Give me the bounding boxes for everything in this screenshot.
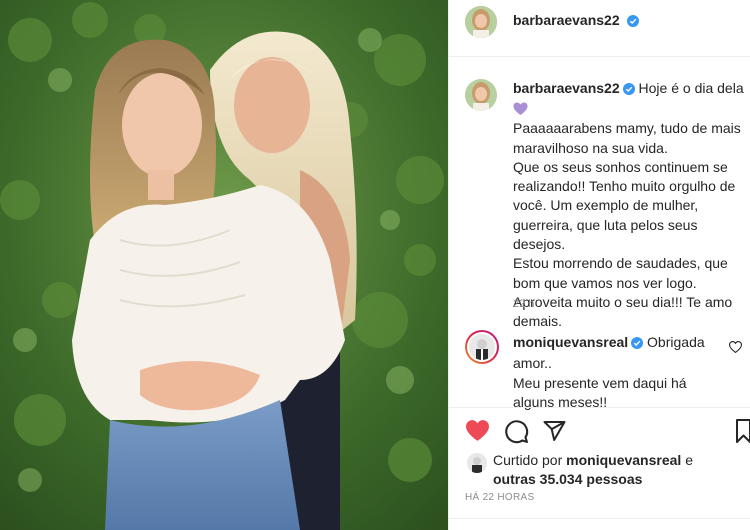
likes-connector: e: [685, 452, 693, 468]
actions-divider: [449, 407, 750, 408]
caption-line: Que os seus sonhos continuem se: [513, 158, 728, 175]
likes-user[interactable]: moniquevansreal: [566, 452, 681, 468]
bookmark-icon[interactable]: [736, 419, 750, 448]
caption-time[interactable]: 22 h: [513, 298, 534, 310]
caption-line: Estou morrendo de saudades, que: [513, 255, 728, 272]
caption-line: Paaaaaarabens mamy, tudo de mais: [513, 120, 741, 137]
likes-others[interactable]: outras 35.034 pessoas: [493, 471, 642, 487]
caption-line: Aproveita muito o seu dia!!! Te amo: [513, 293, 733, 310]
caption-username[interactable]: barbaraevans22: [513, 80, 620, 96]
comment-line: Meu presente vem daqui há: [513, 374, 687, 391]
verified-icon: [627, 14, 640, 32]
caption-line: maravilhoso na sua vida.: [513, 139, 668, 156]
caption-line: você. Um exemplo de mulher,: [513, 197, 699, 214]
post-timestamp[interactable]: HÁ 22 HORAS: [465, 492, 534, 503]
post-photo[interactable]: [0, 0, 448, 530]
header-divider: [449, 56, 750, 57]
caption-line: bom que vamos nos ver logo.: [513, 274, 697, 291]
post-header: barbaraevans22: [449, 0, 750, 42]
caption-line: demais.: [513, 313, 563, 330]
comment-icon[interactable]: [504, 419, 529, 449]
verified-icon: [631, 335, 644, 354]
liker-avatar[interactable]: [467, 453, 487, 473]
comment-username[interactable]: moniquevansreal: [513, 334, 628, 350]
comment-avatar-ring[interactable]: [465, 330, 499, 364]
post-caption: barbaraevans22 Hoje é o dia dela Paaaaaa…: [513, 79, 745, 332]
post-details-panel: barbaraevans22 barbaraevans22 Hoje é o d…: [448, 0, 750, 530]
post-photo-illustration: [0, 0, 448, 530]
likes-prefix: Curtido por: [493, 452, 563, 468]
comment-line: amor..: [513, 355, 552, 372]
heart-icon-filled[interactable]: [465, 419, 490, 447]
avatar-picture: [465, 6, 497, 38]
avatar-ring-gap: [467, 332, 497, 362]
likes-summary: Curtido por moniquevansreal e outras 35.…: [493, 451, 743, 489]
heart-outline-icon[interactable]: [728, 340, 743, 358]
comment-first-line: Obrigada: [647, 334, 705, 350]
caption-line: guerreira, que luta pelos seus desejos.: [513, 216, 698, 253]
verified-icon: [622, 81, 635, 100]
caption-line: realizando!! Tenho muito orgulho de: [513, 178, 736, 195]
comment-line: alguns meses!!: [513, 393, 608, 410]
purple-heart-emoji: [513, 100, 745, 119]
bottom-divider: [449, 518, 750, 519]
avatar-picture: [469, 334, 495, 360]
header-username[interactable]: barbaraevans22: [513, 12, 620, 28]
avatar-picture: [467, 453, 487, 473]
caption-avatar[interactable]: [465, 79, 497, 111]
avatar-picture: [465, 79, 497, 111]
comment: moniquevansreal Obrigada amor.. Meu pres…: [513, 333, 733, 412]
share-icon[interactable]: [542, 419, 567, 448]
caption-first-line: Hoje é o dia dela: [638, 80, 744, 96]
header-avatar[interactable]: [465, 6, 497, 38]
